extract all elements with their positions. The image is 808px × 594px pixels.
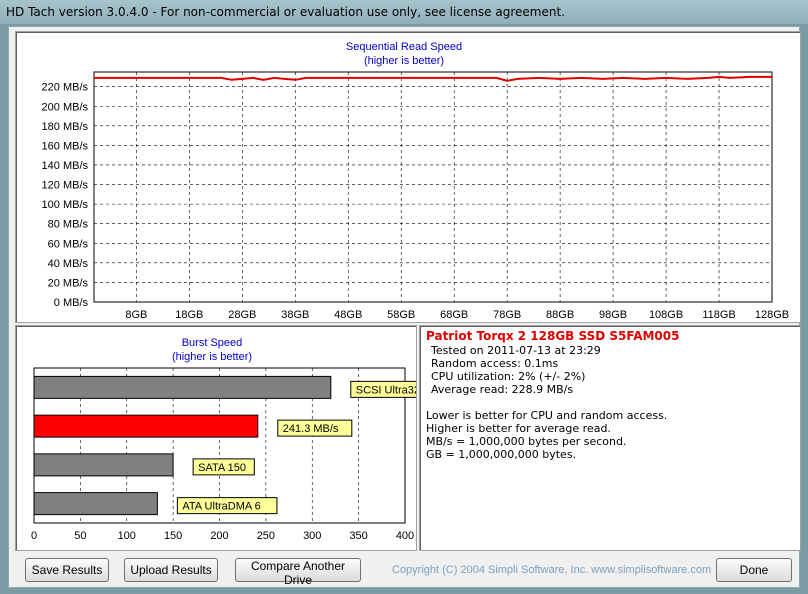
done-button[interactable]: Done [716,558,792,582]
seq-x-tick-label: 48GB [334,309,362,321]
burst-x-tick-label: 100 [118,530,136,542]
burst-chart-title: Burst Speed [182,337,243,349]
seq-y-tick-label: 40 MB/s [48,258,89,270]
copyright-text: Copyright (C) 2004 Simpli Software, Inc.… [392,564,712,576]
seq-chart-title: Sequential Read Speed [346,41,462,53]
burst-bar-label: ATA UltraDMA 6 [182,501,260,513]
burst-bar-label: 241.3 MB/s [283,423,339,435]
burst-x-tick-label: 200 [210,530,228,542]
burst-bar [33,453,174,477]
upload-results-button[interactable]: Upload Results [124,558,218,582]
note-cpu: Lower is better for CPU and random acces… [426,409,668,422]
burst-bar [33,375,332,399]
cpu-utilization: CPU utilization: 2% (+/- 2%) [431,370,586,383]
compare-drive-button[interactable]: Compare Another Drive [235,558,361,587]
burst-x-tick-label: 250 [257,530,275,542]
burst-chart-subtitle: (higher is better) [172,351,252,363]
seq-y-tick-label: 20 MB/s [48,277,89,289]
sequential-read-chart: Sequential Read Speed (higher is better)… [42,41,790,321]
tested-on: Tested on 2011-07-13 at 23:29 [431,344,601,357]
sequential-read-panel: Sequential Read Speed (higher is better)… [15,31,801,323]
burst-speed-chart: Burst Speed (higher is better) SCSI Ultr… [31,337,416,542]
note-read: Higher is better for average read. [426,422,611,435]
seq-y-tick-label: 60 MB/s [48,238,89,250]
save-results-button[interactable]: Save Results [25,558,109,582]
seq-x-tick-label: 58GB [387,309,415,321]
burst-bar-label: SATA 150 [198,462,246,474]
seq-y-tick-label: 220 MB/s [42,82,89,94]
burst-x-tick-label: 400 [396,530,414,542]
window-title: HD Tach version 3.0.4.0 - For non-commer… [0,0,808,24]
average-read: Average read: 228.9 MB/s [431,383,574,396]
seq-x-tick-label: 8GB [125,309,147,321]
seq-y-tick-label: 160 MB/s [42,140,89,152]
seq-y-tick-label: 100 MB/s [42,199,89,211]
burst-bar [33,414,259,438]
burst-bar-label: SCSI Ultra320 [356,384,416,396]
seq-y-tick-label: 120 MB/s [42,180,89,192]
burst-bar [33,492,158,516]
seq-y-tick-label: 140 MB/s [42,160,89,172]
burst-x-tick-label: 300 [303,530,321,542]
seq-x-tick-label: 38GB [281,309,309,321]
seq-x-tick-label: 108GB [649,309,683,321]
seq-y-tick-label: 200 MB/s [42,101,89,113]
seq-y-tick-label: 0 MB/s [54,297,89,309]
seq-x-tick-label: 98GB [599,309,627,321]
drive-name: Patriot Torqx 2 128GB SSD S5FAM005 [426,329,680,343]
note-mbs: MB/s = 1,000,000 bytes per second. [426,435,627,448]
burst-x-tick-label: 50 [74,530,86,542]
seq-x-tick-label: 118GB [702,309,735,321]
seq-chart-subtitle: (higher is better) [364,55,444,67]
random-access: Random access: 0.1ms [431,357,559,370]
seq-y-tick-label: 180 MB/s [42,121,89,133]
seq-x-tick-label: 128GB [755,309,789,321]
burst-speed-panel: Burst Speed (higher is better) SCSI Ultr… [15,325,417,551]
seq-y-tick-label: 80 MB/s [48,219,89,231]
seq-x-tick-label: 18GB [175,309,203,321]
note-gb: GB = 1,000,000,000 bytes. [426,448,577,461]
main-client-area: Sequential Read Speed (higher is better)… [8,26,801,588]
burst-x-tick-label: 0 [31,530,37,542]
drive-info-panel: Patriot Torqx 2 128GB SSD S5FAM005 Teste… [419,325,801,551]
seq-x-tick-label: 78GB [493,309,521,321]
burst-x-tick-label: 350 [349,530,367,542]
seq-x-tick-label: 68GB [440,309,468,321]
seq-x-tick-label: 28GB [228,309,256,321]
burst-x-tick-label: 150 [164,530,182,542]
seq-x-tick-label: 88GB [546,309,574,321]
